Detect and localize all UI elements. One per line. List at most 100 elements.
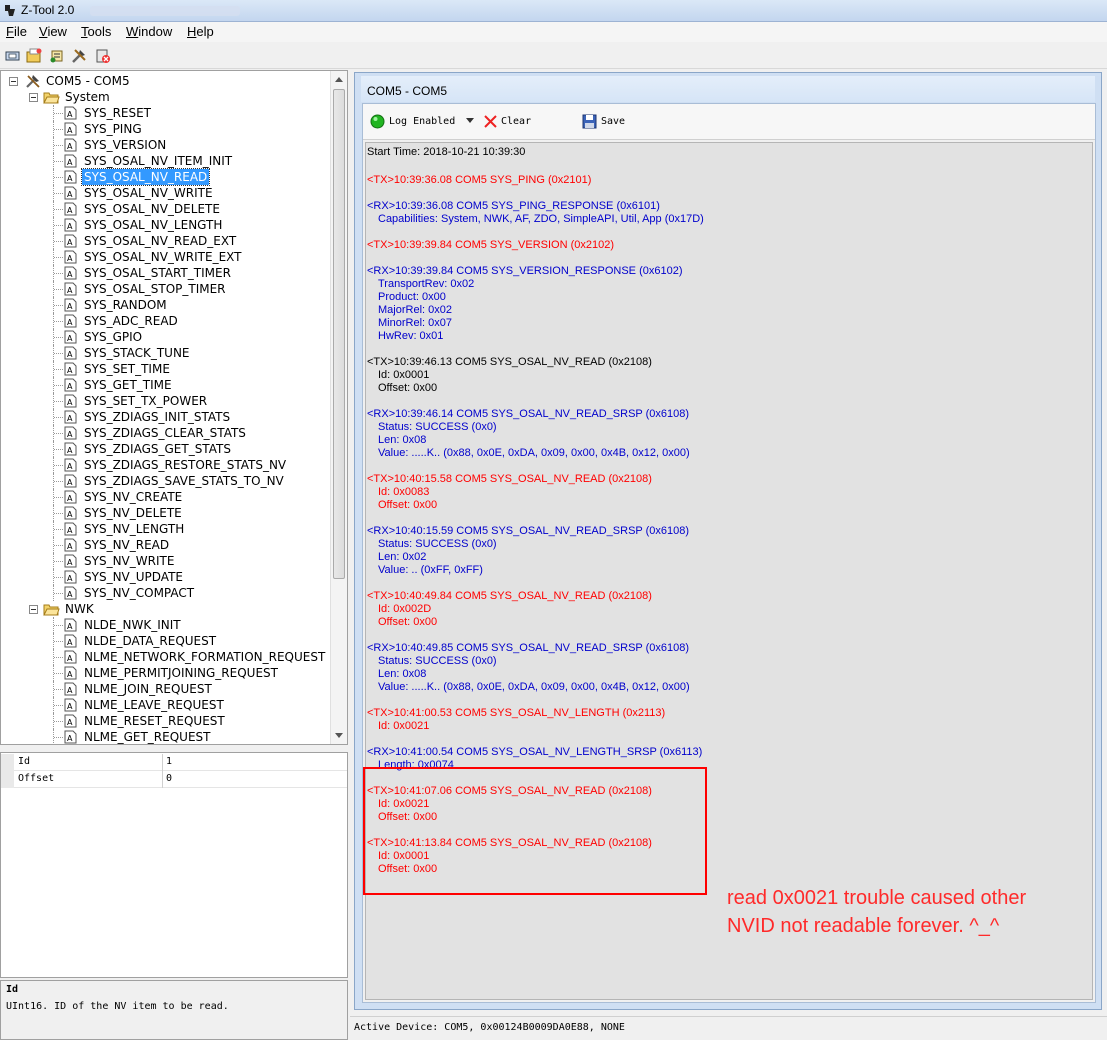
- menu-file[interactable]: File: [6, 24, 27, 39]
- property-value[interactable]: 0: [166, 773, 172, 784]
- window-title: Z-Tool 2.0: [21, 3, 75, 17]
- log-enabled-button[interactable]: Log Enabled: [389, 116, 455, 127]
- row-gutter: [1, 771, 14, 788]
- tree-connector: [54, 337, 63, 338]
- log-status-icon[interactable]: [370, 114, 385, 129]
- tree-item-sys-ping[interactable]: A SYS_PING: [1, 121, 321, 137]
- tree-item-sys-osal-nv-delete[interactable]: A SYS_OSAL_NV_DELETE: [1, 201, 321, 217]
- expander-minus-icon[interactable]: [29, 93, 38, 102]
- tree-item-sys-random[interactable]: A SYS_RANDOM: [1, 297, 321, 313]
- log-entry-field: Len: 0x02: [378, 551, 427, 563]
- log-entry-header: <TX>10:41:00.53 COM5 SYS_OSAL_NV_LENGTH …: [367, 707, 666, 719]
- tree-item-sys-zdiags-clear-stats[interactable]: A SYS_ZDIAGS_CLEAR_STATS: [1, 425, 321, 441]
- tree-item-nlde-data-request[interactable]: A NLDE_DATA_REQUEST: [1, 633, 321, 649]
- chevron-down-icon[interactable]: [466, 118, 474, 124]
- log-entry: <RX>10:39:46.14 COM5 SYS_OSAL_NV_READ_SR…: [367, 408, 690, 460]
- document-title: COM5 - COM5: [367, 84, 448, 98]
- tree-item-sys-nv-update[interactable]: A SYS_NV_UPDATE: [1, 569, 321, 585]
- scroll-down-icon[interactable]: [335, 733, 343, 738]
- save-icon[interactable]: [582, 114, 597, 129]
- open-folder-icon[interactable]: [25, 47, 43, 65]
- menu-tools[interactable]: Tools: [81, 24, 111, 39]
- tree-item-label: SYS_RESET: [84, 106, 152, 120]
- save-button[interactable]: Save: [601, 116, 625, 127]
- disconnect-icon[interactable]: [94, 47, 112, 65]
- tree-item-sys-zdiags-restore-stats-nv[interactable]: A SYS_ZDIAGS_RESTORE_STATS_NV: [1, 457, 321, 473]
- menu-window[interactable]: Window: [126, 24, 172, 39]
- tree-connector: [54, 289, 63, 290]
- property-row-offset[interactable]: Offset 0: [1, 771, 347, 788]
- menu-view[interactable]: View: [39, 24, 67, 39]
- tree-item-sys-nv-write[interactable]: A SYS_NV_WRITE: [1, 553, 321, 569]
- property-value[interactable]: 1: [166, 756, 172, 767]
- log-entry-field: Status: SUCCESS (0x0): [378, 538, 497, 550]
- document-title-bar[interactable]: COM5 - COM5: [361, 76, 1095, 102]
- tree-item-sys-stack-tune[interactable]: A SYS_STACK_TUNE: [1, 345, 321, 361]
- svg-text:A: A: [67, 510, 73, 519]
- tree-connector: [54, 273, 63, 274]
- start-time: Start Time: 2018-10-21 10:39:30: [367, 146, 526, 158]
- tree-item-label: SYS_OSAL_STOP_TIMER: [84, 282, 226, 296]
- tree-item-sys-osal-nv-write-ext[interactable]: A SYS_OSAL_NV_WRITE_EXT: [1, 249, 321, 265]
- script-icon[interactable]: [48, 47, 66, 65]
- tree-item-sys-osal-stop-timer[interactable]: A SYS_OSAL_STOP_TIMER: [1, 281, 321, 297]
- tree-item-nlme-join-request[interactable]: A NLME_JOIN_REQUEST: [1, 681, 321, 697]
- tree-item-label: SYS_SET_TX_POWER: [84, 394, 208, 408]
- clear-button[interactable]: Clear: [501, 116, 531, 127]
- tree-connector: [54, 209, 63, 210]
- property-key: Id: [18, 756, 31, 767]
- connect-icon[interactable]: [4, 47, 22, 65]
- tree-item-nlme-get-request[interactable]: A NLME_GET_REQUEST: [1, 729, 321, 744]
- tree-item-sys-version[interactable]: A SYS_VERSION: [1, 137, 321, 153]
- tree-group-nwk[interactable]: NWK: [1, 601, 321, 617]
- tree-item-sys-osal-nv-write[interactable]: A SYS_OSAL_NV_WRITE: [1, 185, 321, 201]
- tree-item-sys-zdiags-get-stats[interactable]: A SYS_ZDIAGS_GET_STATS: [1, 441, 321, 457]
- tree-item-sys-nv-read[interactable]: A SYS_NV_READ: [1, 537, 321, 553]
- tree-item-sys-reset[interactable]: A SYS_RESET: [1, 105, 321, 121]
- tree-item-sys-osal-nv-read[interactable]: A SYS_OSAL_NV_READ: [1, 168, 321, 186]
- clear-icon[interactable]: [483, 114, 498, 129]
- scrollbar-thumb[interactable]: [333, 89, 345, 579]
- log-entry: <RX>10:40:49.85 COM5 SYS_OSAL_NV_READ_SR…: [367, 642, 690, 694]
- command-file-icon: A: [64, 522, 77, 536]
- tree-item-nlme-reset-request[interactable]: A NLME_RESET_REQUEST: [1, 713, 321, 729]
- expander-minus-icon[interactable]: [29, 605, 38, 614]
- tree-item-nlme-leave-request[interactable]: A NLME_LEAVE_REQUEST: [1, 697, 321, 713]
- tree-item-sys-zdiags-save-stats-to-nv[interactable]: A SYS_ZDIAGS_SAVE_STATS_TO_NV: [1, 473, 321, 489]
- tree-item-sys-nv-length[interactable]: A SYS_NV_LENGTH: [1, 521, 321, 537]
- log-entry-header: <RX>10:40:49.85 COM5 SYS_OSAL_NV_READ_SR…: [367, 642, 690, 654]
- annotation-line-1: read 0x0021 trouble caused other: [727, 887, 1027, 909]
- scroll-up-icon[interactable]: [335, 77, 343, 82]
- tree-item-sys-adc-read[interactable]: A SYS_ADC_READ: [1, 313, 321, 329]
- command-file-icon: A: [64, 202, 77, 216]
- tree-item-sys-osal-nv-read-ext[interactable]: A SYS_OSAL_NV_READ_EXT: [1, 233, 321, 249]
- log-entry-field: TransportRev: 0x02: [378, 278, 475, 290]
- tree-item-sys-nv-create[interactable]: A SYS_NV_CREATE: [1, 489, 321, 505]
- property-row-id[interactable]: Id 1: [1, 754, 347, 771]
- tree-item-sys-nv-compact[interactable]: A SYS_NV_COMPACT: [1, 585, 321, 601]
- tree-item-sys-osal-start-timer[interactable]: A SYS_OSAL_START_TIMER: [1, 265, 321, 281]
- tree-item-nlme-network-formation-request[interactable]: A NLME_NETWORK_FORMATION_REQUEST: [1, 649, 325, 665]
- tree-item-nlme-permitjoining-request[interactable]: A NLME_PERMITJOINING_REQUEST: [1, 665, 321, 681]
- expander-minus-icon[interactable]: [9, 77, 18, 86]
- command-file-icon: A: [64, 586, 77, 600]
- tools-icon[interactable]: [70, 47, 88, 65]
- tree-item-label: SYS_NV_UPDATE: [84, 570, 183, 584]
- tree-item-sys-nv-delete[interactable]: A SYS_NV_DELETE: [1, 505, 321, 521]
- tree-item-sys-gpio[interactable]: A SYS_GPIO: [1, 329, 321, 345]
- log-entry-header: <TX>10:39:39.84 COM5 SYS_VERSION (0x2102…: [367, 239, 615, 251]
- menu-help[interactable]: Help: [187, 24, 214, 39]
- tree-vertical-scrollbar[interactable]: [330, 71, 347, 744]
- tree-node-root[interactable]: COM5 - COM5: [1, 73, 321, 89]
- tree-item-sys-set-tx-power[interactable]: A SYS_SET_TX_POWER: [1, 393, 321, 409]
- log-entry: <RX>10:39:39.84 COM5 SYS_VERSION_RESPONS…: [367, 265, 683, 343]
- tree-item-nlde-nwk-init[interactable]: A NLDE_NWK_INIT: [1, 617, 321, 633]
- command-file-icon: A: [64, 730, 77, 744]
- tree-item-sys-zdiags-init-stats[interactable]: A SYS_ZDIAGS_INIT_STATS: [1, 409, 321, 425]
- tree-item-sys-get-time[interactable]: A SYS_GET_TIME: [1, 377, 321, 393]
- tree-group-system[interactable]: System: [1, 89, 321, 105]
- svg-text:A: A: [67, 558, 73, 567]
- tree-item-sys-osal-nv-length[interactable]: A SYS_OSAL_NV_LENGTH: [1, 217, 321, 233]
- tree-item-sys-set-time[interactable]: A SYS_SET_TIME: [1, 361, 321, 377]
- tree-item-sys-osal-nv-item-init[interactable]: A SYS_OSAL_NV_ITEM_INIT: [1, 153, 321, 169]
